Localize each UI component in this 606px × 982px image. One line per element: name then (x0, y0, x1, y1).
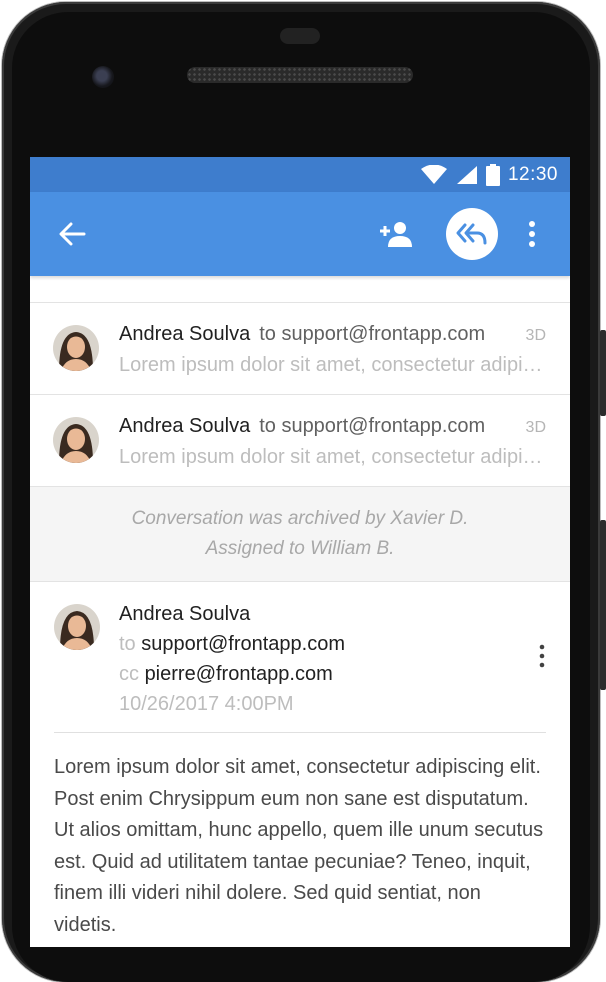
message-age: 3D (525, 327, 546, 344)
cc-address[interactable]: pierre@frontapp.com (145, 663, 333, 685)
message-header: Andrea Soulva to support@frontapp.com 3D (119, 323, 546, 346)
archived-note: Conversation was archived by Xavier D. (131, 508, 469, 529)
wifi-icon (420, 164, 447, 184)
message-snippet: Lorem ipsum dolor sit amet, consectetur … (119, 354, 546, 376)
avatar (54, 604, 100, 650)
message-date: 10/26/2017 4:00PM (119, 693, 294, 715)
screen: 12:30 Andrea Soulva to support@frontapp.… (30, 157, 570, 947)
more-vert-icon[interactable] (524, 220, 540, 248)
add-person-icon[interactable] (378, 221, 414, 247)
recipient-label: to support@frontapp.com (259, 323, 486, 345)
cell-signal-icon (456, 165, 477, 184)
message-body: Lorem ipsum dolor sit amet, consectetur … (54, 756, 544, 936)
back-arrow-icon[interactable] (58, 222, 86, 246)
message-fields: Andrea Soulva to support@frontapp.com cc… (119, 599, 345, 719)
status-time: 12:30 (507, 163, 558, 185)
reply-all-icon (456, 223, 487, 245)
sender-name: Andrea Soulva (119, 415, 251, 437)
avatar (53, 417, 99, 463)
avatar (53, 325, 99, 371)
phone-side-button (600, 330, 606, 416)
battery-icon (485, 163, 500, 186)
message-row[interactable]: Andrea Soulva to support@frontapp.com 3D… (30, 303, 570, 395)
cc-line: cc pierre@frontapp.com (119, 659, 345, 689)
message-snippet: Lorem ipsum dolor sit amet, consectetur … (119, 446, 546, 468)
reply-all-button[interactable] (446, 208, 498, 260)
conversation-event-note: Conversation was archived by Xavier D. A… (30, 487, 570, 582)
app-bar (30, 192, 570, 276)
open-message-header: Andrea Soulva to support@frontapp.com cc… (54, 582, 546, 733)
recipient-label: to support@frontapp.com (259, 415, 486, 437)
message-header: Andrea Soulva to support@frontapp.com 3D (119, 415, 546, 438)
to-address[interactable]: support@frontapp.com (141, 633, 345, 655)
list-top-gap (30, 276, 570, 303)
sender-name: Andrea Soulva (119, 323, 251, 345)
status-bar: 12:30 (30, 157, 570, 192)
assigned-note: Assigned to William B. (205, 538, 395, 559)
cc-label: cc (119, 663, 139, 685)
to-label: to (119, 633, 136, 655)
message-row[interactable]: Andrea Soulva to support@frontapp.com 3D… (30, 395, 570, 487)
front-camera (92, 66, 114, 88)
phone-volume-button (600, 520, 606, 690)
phone-sensor (280, 28, 320, 44)
message-more-icon[interactable] (538, 644, 546, 668)
earpiece-speaker (187, 67, 413, 83)
message-age: 3D (525, 419, 546, 436)
sender-name: Andrea Soulva (119, 603, 251, 625)
to-line: to support@frontapp.com (119, 629, 345, 659)
